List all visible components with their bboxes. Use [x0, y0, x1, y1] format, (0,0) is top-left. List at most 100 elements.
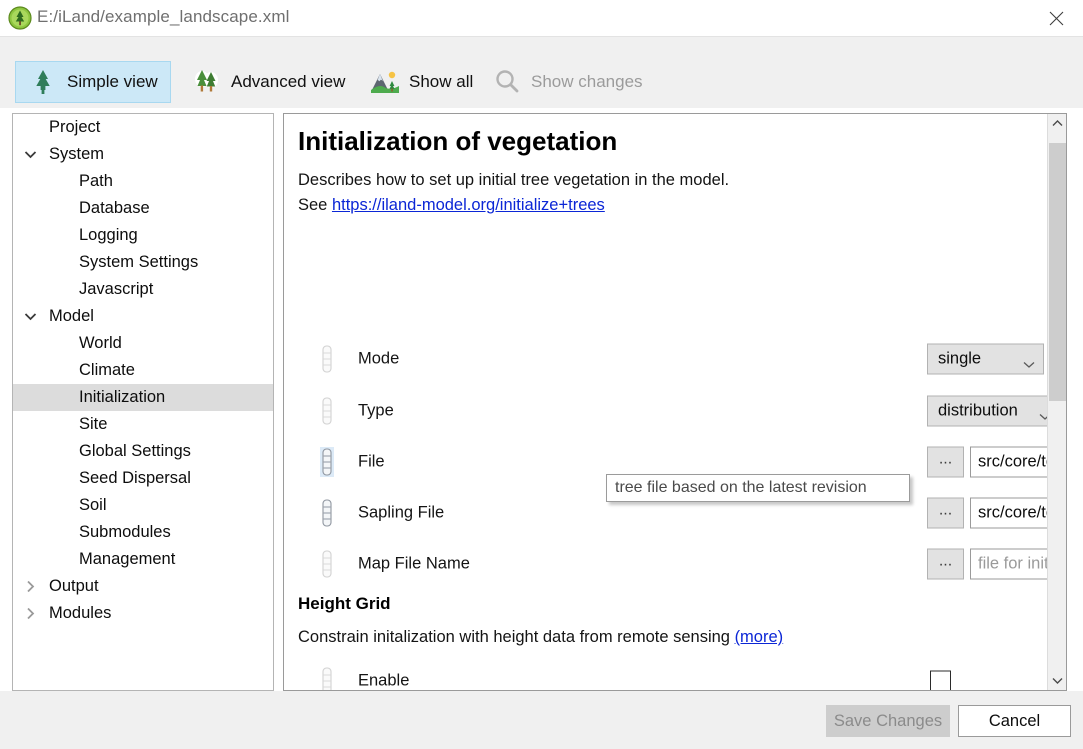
tree-item-climate[interactable]: Climate	[13, 357, 273, 384]
section-subtext: Constrain initalization with height data…	[298, 628, 735, 646]
tree-item-path[interactable]: Path	[13, 168, 273, 195]
scrollbar-thumb[interactable]	[1049, 143, 1066, 401]
cancel-button[interactable]: Cancel	[958, 705, 1071, 737]
tree-item-label: World	[79, 334, 122, 352]
tree-item-model[interactable]: Model	[13, 303, 273, 330]
enable-checkbox[interactable]	[930, 670, 951, 690]
field-row-type: Type distribution	[284, 391, 1060, 431]
toolbar-item-label: Show changes	[531, 72, 643, 91]
tree-item-database[interactable]: Database	[13, 195, 273, 222]
tree-item-label: Submodules	[79, 523, 171, 541]
field-label-mode: Mode	[358, 349, 400, 368]
chevron-down-icon[interactable]	[21, 141, 39, 168]
tree-item-label: System Settings	[79, 253, 199, 271]
tree-item-label: Site	[79, 415, 108, 433]
tree-item-project[interactable]: Project	[13, 114, 273, 141]
chevron-down-icon	[1023, 355, 1035, 368]
settings-detail-panel: Initialization of vegetation Describes h…	[283, 113, 1067, 691]
field-label-file: File	[358, 452, 385, 471]
chevron-right-icon[interactable]	[21, 600, 39, 627]
tree-item-output[interactable]: Output	[13, 573, 273, 600]
parameter-icon[interactable]	[320, 447, 334, 477]
tree-item-label: Initialization	[79, 388, 166, 406]
documentation-link[interactable]: https://iland-model.org/initialize+trees	[332, 196, 605, 214]
tree-item-system-settings[interactable]: System Settings	[13, 249, 273, 276]
parameter-icon	[320, 396, 334, 426]
single-tree-icon	[28, 67, 58, 97]
type-combobox[interactable]: distribution	[927, 395, 1060, 427]
mode-combobox[interactable]: single	[927, 343, 1044, 375]
tree-item-site[interactable]: Site	[13, 411, 273, 438]
toolbar-item-advanced-view[interactable]: Advanced view	[180, 61, 357, 103]
tree-item-initialization[interactable]: Initialization	[13, 384, 273, 411]
tree-item-label: Climate	[79, 361, 135, 379]
window-title: E:/iLand/example_landscape.xml	[37, 7, 290, 26]
more-link[interactable]: (more)	[735, 628, 784, 646]
tree-item-label: Database	[79, 199, 150, 217]
chevron-up-icon[interactable]	[1048, 114, 1066, 133]
save-changes-button[interactable]: Save Changes	[826, 705, 950, 737]
tree-item-logging[interactable]: Logging	[13, 222, 273, 249]
tree-item-seed-dispersal[interactable]: Seed Dispersal	[13, 465, 273, 492]
page-description-line1: Describes how to set up initial tree veg…	[298, 171, 730, 189]
field-label-enable: Enable	[358, 671, 410, 690]
toolbar-item-label: Show all	[409, 72, 474, 91]
toolbar-item-show-changes[interactable]: Show changes	[480, 61, 655, 103]
field-label-type: Type	[358, 401, 394, 420]
tree-item-system[interactable]: System	[13, 141, 273, 168]
tree-item-modules[interactable]: Modules	[13, 600, 273, 627]
toolbar-item-simple-view[interactable]: Simple view	[15, 61, 171, 103]
tooltip-text: tree file based on the latest revision	[615, 479, 867, 496]
multiple-trees-icon	[192, 67, 222, 97]
tree-item-label: Global Settings	[79, 442, 191, 460]
tree-item-label: Javascript	[79, 280, 154, 298]
settings-tree-list: Project System Path Database Logging System S…	[13, 114, 273, 627]
field-row-map-file-name: Map File Name ... file for init and matc…	[284, 544, 1066, 584]
mode-value: single	[938, 349, 982, 368]
close-icon[interactable]	[1033, 0, 1079, 36]
file-browse-button[interactable]: ...	[927, 446, 964, 478]
footer-bar: Save Changes Cancel	[0, 691, 1083, 749]
toolbar: Simple view Advanced view Show all Show …	[0, 36, 1083, 108]
application-window: E:/iLand/example_landscape.xml Simple vi…	[0, 0, 1083, 749]
chevron-down-icon[interactable]	[1048, 671, 1066, 690]
tooltip: tree file based on the latest revision	[606, 474, 910, 502]
toolbar-item-show-all[interactable]: Show all	[358, 61, 485, 103]
field-row-mode: Mode single	[284, 339, 1044, 379]
sapling-file-browse-button[interactable]: ...	[927, 497, 964, 529]
tree-item-label: Seed Dispersal	[79, 469, 191, 487]
magnifier-icon	[492, 67, 522, 97]
chevron-right-icon[interactable]	[21, 573, 39, 600]
settings-detail-content: Initialization of vegetation Describes h…	[284, 114, 1066, 690]
tree-item-global-settings[interactable]: Global Settings	[13, 438, 273, 465]
toolbar-item-label: Advanced view	[231, 72, 346, 91]
tree-item-submodules[interactable]: Submodules	[13, 519, 273, 546]
tree-item-label: Logging	[79, 226, 138, 244]
vertical-scrollbar[interactable]	[1047, 114, 1066, 690]
iland-tree-logo-icon	[8, 6, 32, 30]
tree-item-soil[interactable]: Soil	[13, 492, 273, 519]
parameter-icon[interactable]	[320, 498, 334, 528]
page-description-see-prefix: See	[298, 196, 332, 214]
settings-tree-panel[interactable]: Project System Path Database Logging System S…	[12, 113, 274, 691]
tree-item-world[interactable]: World	[13, 330, 273, 357]
tree-item-label: Path	[79, 172, 113, 190]
tree-item-management[interactable]: Management	[13, 546, 273, 573]
landscape-icon	[370, 67, 400, 97]
page-title: Initialization of vegetation	[298, 126, 618, 156]
field-label-map-file-name: Map File Name	[358, 554, 470, 573]
parameter-icon	[320, 666, 334, 690]
map-file-browse-button[interactable]: ...	[927, 548, 964, 580]
tree-item-label: Project	[49, 118, 101, 136]
section-subtext-height-grid: Constrain initalization with height data…	[298, 628, 783, 647]
toolbar-item-label: Simple view	[67, 72, 158, 91]
page-description: Describes how to set up initial tree veg…	[298, 168, 998, 218]
section-heading-height-grid: Height Grid	[298, 594, 391, 613]
field-label-sapling-file: Sapling File	[358, 503, 445, 522]
title-bar: E:/iLand/example_landscape.xml	[0, 0, 1083, 36]
parameter-icon	[320, 344, 334, 374]
tree-item-label: Soil	[79, 496, 107, 514]
chevron-down-icon[interactable]	[21, 303, 39, 330]
tree-item-javascript[interactable]: Javascript	[13, 276, 273, 303]
parameter-icon	[320, 549, 334, 579]
